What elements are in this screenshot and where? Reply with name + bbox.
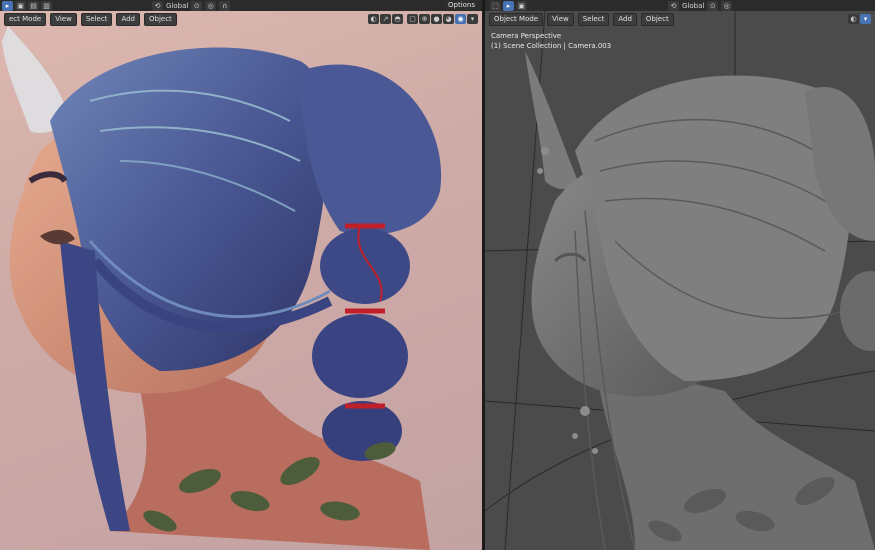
- right-visibility-icon[interactable]: ◐: [848, 14, 859, 24]
- mode-icon-3[interactable]: ▥: [41, 1, 52, 11]
- solid-viewport[interactable]: Object Mode View Select Add Object ◐ ▾ C…: [485, 11, 875, 550]
- right-orientation-selector[interactable]: Global: [682, 2, 704, 10]
- visibility-icon[interactable]: ◐: [368, 14, 379, 24]
- right-filter-icon[interactable]: ▾: [860, 14, 871, 24]
- mode-selector[interactable]: ect Mode: [4, 12, 47, 26]
- transform-orientation-icon: ⟲: [152, 1, 163, 11]
- scene-collection-label: (1) Scene Collection | Camera.003: [491, 42, 612, 50]
- cursor-icon[interactable]: ⬚: [490, 1, 501, 11]
- menu-select[interactable]: Select: [80, 12, 113, 26]
- overlay-icon[interactable]: ◓: [392, 14, 403, 24]
- solid-icon[interactable]: ●: [431, 14, 442, 24]
- menu-view[interactable]: View: [50, 12, 77, 26]
- snap-icon-right[interactable]: ◎: [721, 1, 733, 11]
- wireframe-icon[interactable]: ⊕: [419, 14, 430, 24]
- rendered-icon[interactable]: ◉: [455, 14, 466, 24]
- menu-object[interactable]: Object: [144, 12, 177, 26]
- orientation-icon: ⟲: [668, 1, 679, 11]
- menu-add[interactable]: Add: [116, 12, 140, 26]
- rendered-scene: [2, 26, 442, 550]
- gizmo-icon[interactable]: ↗: [380, 14, 391, 24]
- mode-icon[interactable]: ▣: [15, 1, 26, 11]
- mode-icon-2[interactable]: ▤: [28, 1, 39, 11]
- material-icon[interactable]: ◕: [443, 14, 454, 24]
- rendered-viewport[interactable]: ect Mode View Select Add Object ◐ ↗ ◓ ▢ …: [0, 11, 482, 550]
- snap-icon[interactable]: ◎: [205, 1, 217, 11]
- right-mode-selector[interactable]: Object Mode: [489, 12, 544, 26]
- ponytail-bulb-1: [320, 228, 410, 304]
- clay-scene: [485, 11, 875, 550]
- shading-dropdown-icon[interactable]: ▾: [467, 14, 478, 24]
- right-menu-add[interactable]: Add: [613, 12, 637, 26]
- clay-ponytail-bulb: [840, 271, 875, 351]
- options-button[interactable]: Options: [443, 0, 481, 11]
- left-viewport-header: ect Mode View Select Add Object ◐ ↗ ◓ ▢ …: [0, 11, 482, 27]
- orientation-selector[interactable]: Global: [166, 2, 188, 10]
- right-menu-select[interactable]: Select: [577, 12, 610, 26]
- pivot-icon[interactable]: ⊙: [191, 1, 203, 11]
- ponytail-bulb-2: [312, 314, 408, 398]
- select-box-icon[interactable]: ▸: [2, 1, 13, 11]
- xray-icon[interactable]: ▢: [407, 14, 418, 24]
- pivot-icon-right[interactable]: ⊙: [707, 1, 719, 11]
- right-menu-object[interactable]: Object: [640, 12, 674, 26]
- proportional-icon[interactable]: ∩: [219, 1, 231, 11]
- camera-perspective-label: Camera Perspective: [491, 32, 562, 40]
- right-menu-view[interactable]: View: [547, 12, 574, 26]
- select-icon[interactable]: ▸: [503, 1, 514, 11]
- box-icon[interactable]: ▣: [516, 1, 527, 11]
- right-viewport-header: Object Mode View Select Add Object ◐ ▾: [485, 11, 875, 27]
